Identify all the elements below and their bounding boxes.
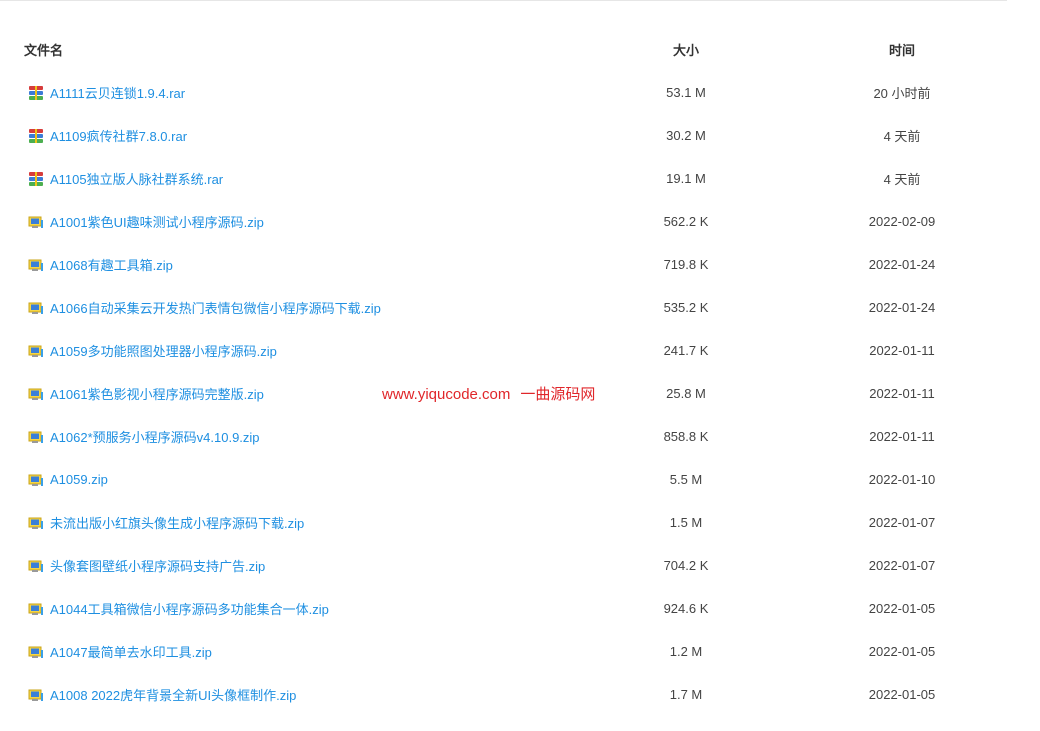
file-time: 2022-01-05 bbox=[868, 687, 936, 702]
file-time: 2022-01-05 bbox=[868, 644, 936, 659]
rar-archive-icon bbox=[28, 85, 44, 101]
header-size: 大小 bbox=[672, 43, 699, 58]
file-time: 2022-01-05 bbox=[868, 601, 936, 616]
file-link[interactable]: A1105独立版人脉社群系统.rar bbox=[50, 169, 223, 188]
file-link[interactable]: A1066自动采集云开发热门表情包微信小程序源码下载.zip bbox=[50, 298, 381, 317]
file-time: 4 天前 bbox=[883, 172, 921, 187]
zip-file-icon bbox=[28, 558, 44, 574]
file-size: 53.1 M bbox=[666, 85, 706, 100]
file-size: 1.7 M bbox=[669, 687, 703, 702]
table-row: A1062*预服务小程序源码v4.10.9.zip 858.8 K 2022-01-… bbox=[0, 415, 1007, 458]
watermark: www.yiqucode.com 一曲源码网 bbox=[382, 383, 605, 404]
table-row: A1109疯传社群7.8.0.rar 30.2 M 4 天前 bbox=[0, 114, 1007, 157]
file-link[interactable]: A1059多功能照图处理器小程序源码.zip bbox=[50, 341, 277, 360]
table-row: A1066自动采集云开发热门表情包微信小程序源码下载.zip 535.2 K 202… bbox=[0, 286, 1007, 329]
table-row: A1111云贝连锁1.9.4.rar 53.1 M 20 小时前 bbox=[0, 71, 1007, 114]
zip-file-icon bbox=[28, 343, 44, 359]
file-size: 924.6 K bbox=[663, 601, 709, 616]
file-time: 20 小时前 bbox=[873, 86, 931, 101]
file-size: 858.8 K bbox=[663, 429, 709, 444]
file-link[interactable]: A1044工具箱微信小程序源码多功能集合一体.zip bbox=[50, 599, 329, 618]
file-size: 719.8 K bbox=[663, 257, 709, 272]
file-time: 2022-01-11 bbox=[869, 429, 935, 444]
file-size: 535.2 K bbox=[663, 300, 709, 315]
file-name-cell: 未流出版小红旗头像生成小程序源码下载.zip bbox=[24, 501, 304, 544]
file-time: 2022-01-11 bbox=[869, 386, 935, 401]
table-row: A1001紫色UI趣味测试小程序源码.zip 562.2 K 2022-02-09 bbox=[0, 200, 1007, 243]
file-link[interactable]: A1008 2022虎年背景全新UI头像框制作.zip bbox=[50, 685, 296, 704]
zip-file-icon bbox=[28, 386, 44, 402]
file-name-cell: 头像套图壁纸小程序源码支持广告.zip bbox=[24, 544, 265, 587]
file-name-cell: A1047最简单去水印工具.zip bbox=[24, 630, 212, 673]
file-list-table: 文件名 大小 时间 A1111云贝连锁1.9.4.rar 53.1 M 20 小时前… bbox=[0, 28, 1007, 716]
file-name-cell: A1044工具箱微信小程序源码多功能集合一体.zip bbox=[24, 587, 329, 630]
zip-file-icon bbox=[28, 300, 44, 316]
file-time: 2022-01-24 bbox=[868, 300, 936, 315]
header-time: 时间 bbox=[888, 43, 915, 58]
file-name-cell: A1001紫色UI趣味测试小程序源码.zip bbox=[24, 200, 264, 243]
file-size: 562.2 K bbox=[663, 214, 709, 229]
watermark-site-name: 一曲源码网 bbox=[520, 386, 596, 403]
file-size: 5.5 M bbox=[669, 472, 703, 487]
file-size: 19.1 M bbox=[666, 171, 706, 186]
file-time: 2022-01-07 bbox=[868, 515, 936, 530]
file-name-cell: A1061紫色影视小程序源码完整版.zip bbox=[24, 372, 264, 415]
file-size: 1.2 M bbox=[669, 644, 703, 659]
table-row: A1059.zip 5.5 M 2022-01-10 bbox=[0, 458, 1007, 501]
table-row: A1044工具箱微信小程序源码多功能集合一体.zip 924.6 K 2022-01… bbox=[0, 587, 1007, 630]
file-name-cell: A1059多功能照图处理器小程序源码.zip bbox=[24, 329, 277, 372]
file-name-cell: A1068有趣工具箱.zip bbox=[24, 243, 173, 286]
file-link[interactable]: A1109疯传社群7.8.0.rar bbox=[50, 126, 187, 145]
file-link[interactable]: A1047最简单去水印工具.zip bbox=[50, 642, 212, 661]
file-link[interactable]: A1059.zip bbox=[50, 472, 108, 487]
file-link[interactable]: A1061紫色影视小程序源码完整版.zip bbox=[50, 384, 264, 403]
file-link[interactable]: A1001紫色UI趣味测试小程序源码.zip bbox=[50, 212, 264, 231]
zip-file-icon bbox=[28, 687, 44, 703]
table-row: 未流出版小红旗头像生成小程序源码下载.zip 1.5 M 2022-01-07 bbox=[0, 501, 1007, 544]
file-size: 241.7 K bbox=[663, 343, 709, 358]
file-name-cell: A1111云贝连锁1.9.4.rar bbox=[24, 71, 185, 114]
zip-file-icon bbox=[28, 429, 44, 445]
zip-file-icon bbox=[28, 257, 44, 273]
file-name-cell: A1105独立版人脉社群系统.rar bbox=[24, 157, 223, 200]
file-link[interactable]: A1111云贝连锁1.9.4.rar bbox=[50, 83, 185, 102]
top-divider bbox=[0, 0, 1007, 1]
file-name-cell: A1066自动采集云开发热门表情包微信小程序源码下载.zip bbox=[24, 286, 381, 329]
file-link[interactable]: A1068有趣工具箱.zip bbox=[50, 255, 173, 274]
table-row: A1068有趣工具箱.zip 719.8 K 2022-01-24 bbox=[0, 243, 1007, 286]
file-size: 30.2 M bbox=[666, 128, 706, 143]
zip-file-icon bbox=[28, 472, 44, 488]
file-time: 2022-01-11 bbox=[869, 343, 935, 358]
file-time: 2022-01-24 bbox=[868, 257, 936, 272]
table-row: A1047最简单去水印工具.zip 1.2 M 2022-01-05 bbox=[0, 630, 1007, 673]
file-time: 2022-01-10 bbox=[868, 472, 936, 487]
table-header: 文件名 大小 时间 bbox=[0, 28, 1007, 71]
file-name-cell: A1059.zip bbox=[24, 458, 108, 501]
table-row: 头像套图壁纸小程序源码支持广告.zip 704.2 K 2022-01-07 bbox=[0, 544, 1007, 587]
zip-file-icon bbox=[28, 214, 44, 230]
file-link[interactable]: 头像套图壁纸小程序源码支持广告.zip bbox=[50, 556, 265, 575]
file-name-cell: A1062*预服务小程序源码v4.10.9.zip bbox=[24, 415, 260, 458]
zip-file-icon bbox=[28, 515, 44, 531]
watermark-url: www.yiqucode.com bbox=[382, 386, 511, 403]
rar-archive-icon bbox=[28, 128, 44, 144]
header-name: 文件名 bbox=[24, 43, 64, 58]
file-link[interactable]: A1062*预服务小程序源码v4.10.9.zip bbox=[50, 427, 260, 446]
file-size: 704.2 K bbox=[663, 558, 709, 573]
file-name-cell: A1109疯传社群7.8.0.rar bbox=[24, 114, 187, 157]
file-time: 2022-02-09 bbox=[868, 214, 936, 229]
zip-file-icon bbox=[28, 644, 44, 660]
file-time: 4 天前 bbox=[883, 129, 921, 144]
file-name-cell: A1008 2022虎年背景全新UI头像框制作.zip bbox=[24, 673, 296, 716]
file-size: 25.8 M bbox=[666, 386, 706, 401]
file-time: 2022-01-07 bbox=[868, 558, 936, 573]
table-row: A1059多功能照图处理器小程序源码.zip 241.7 K 2022-01-11 bbox=[0, 329, 1007, 372]
zip-file-icon bbox=[28, 601, 44, 617]
file-size: 1.5 M bbox=[669, 515, 703, 530]
file-link[interactable]: 未流出版小红旗头像生成小程序源码下载.zip bbox=[50, 513, 304, 532]
table-row: A1105独立版人脉社群系统.rar 19.1 M 4 天前 bbox=[0, 157, 1007, 200]
rar-archive-icon bbox=[28, 171, 44, 187]
table-row: A1008 2022虎年背景全新UI头像框制作.zip 1.7 M 2022-01-… bbox=[0, 673, 1007, 716]
